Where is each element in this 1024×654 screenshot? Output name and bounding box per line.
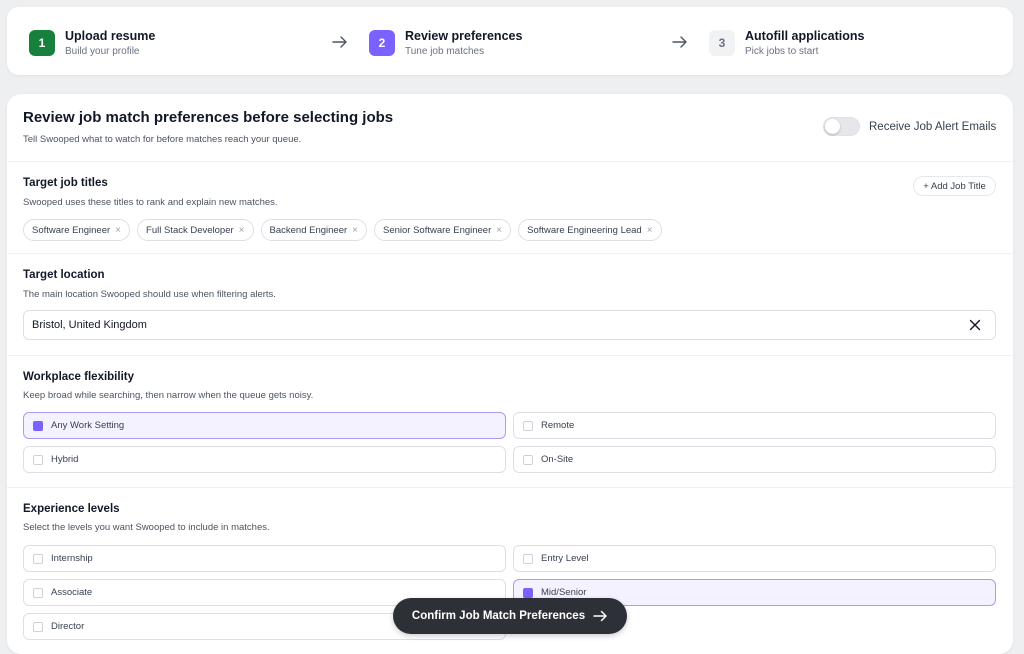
option-label: Director (51, 621, 85, 632)
chip-label: Full Stack Developer (146, 224, 234, 236)
job-title-chip[interactable]: Backend Engineer × (260, 219, 367, 241)
page-title: Review job match preferences before sele… (23, 109, 394, 126)
remove-chip-icon[interactable]: × (352, 225, 358, 236)
step-number-badge: 1 (29, 30, 55, 56)
toggle-knob (825, 119, 840, 134)
checkbox (33, 454, 43, 465)
job-title-chip[interactable]: Software Engineering Lead × (518, 219, 662, 241)
option-label: Remote (541, 420, 575, 431)
checkbox (523, 454, 533, 465)
step-autofill-applications[interactable]: 3 Autofill applications Pick jobs to sta… (709, 29, 864, 57)
clear-icon[interactable] (969, 319, 981, 331)
option-label: On-Site (541, 454, 574, 465)
step-title: Autofill applications (745, 29, 865, 43)
chip-label: Software Engineer (32, 224, 111, 236)
checkbox (33, 553, 43, 564)
step-review-preferences[interactable]: 2 Review preferences Tune job matches (369, 29, 522, 57)
option-label: Internship (51, 553, 93, 564)
remove-chip-icon[interactable]: × (115, 225, 121, 236)
add-job-title-button[interactable]: + Add Job Title (913, 176, 996, 196)
step-title: Review preferences (405, 29, 523, 43)
experience-option-entry[interactable]: Entry Level (513, 545, 996, 572)
workplace-option-onsite[interactable]: On-Site (513, 446, 996, 473)
experience-option-internship[interactable]: Internship (23, 545, 506, 572)
card-header: Review job match preferences before sele… (7, 94, 1013, 161)
job-alert-toggle-label: Receive Job Alert Emails (869, 121, 997, 133)
remove-chip-icon[interactable]: × (239, 225, 245, 236)
job-title-chip[interactable]: Software Engineer × (23, 219, 131, 241)
step-subtitle: Tune job matches (405, 46, 485, 57)
job-title-chip[interactable]: Full Stack Developer × (137, 219, 254, 241)
checkbox (523, 553, 533, 564)
confirm-label: Confirm Job Match Preferences (411, 610, 586, 622)
checkbox (523, 587, 533, 598)
section-subtitle: The main location Swooped should use whe… (23, 289, 276, 300)
chip-label: Senior Software Engineer (383, 224, 492, 236)
target-titles-section: Target job titles Swooped uses these tit… (7, 161, 1013, 253)
chip-label: Backend Engineer (269, 224, 348, 236)
option-label: Hybrid (51, 454, 79, 465)
option-label: Any Work Setting (51, 420, 125, 431)
section-title: Workplace flexibility (23, 371, 134, 383)
remove-chip-icon[interactable]: × (647, 225, 653, 236)
arrow-right-icon (672, 36, 687, 48)
section-subtitle: Swooped uses these titles to rank and ex… (23, 197, 278, 208)
arrow-right-icon (593, 610, 607, 622)
section-title: Target location (23, 269, 105, 281)
step-subtitle: Build your profile (65, 46, 140, 57)
option-label: Associate (51, 587, 93, 598)
progress-stepper: 1 Upload resume Build your profile 2 Rev… (7, 7, 1013, 75)
step-number-badge: 2 (369, 30, 395, 56)
checkbox (33, 420, 43, 431)
step-upload-resume[interactable]: 1 Upload resume Build your profile (29, 29, 155, 57)
checkbox (33, 621, 43, 632)
workplace-option-remote[interactable]: Remote (513, 412, 996, 439)
step-subtitle: Pick jobs to start (745, 46, 819, 57)
location-input[interactable]: Bristol, United Kingdom (23, 310, 996, 340)
remove-chip-icon[interactable]: × (496, 225, 502, 236)
checkbox (523, 420, 533, 431)
option-label: Mid/Senior (541, 587, 587, 598)
location-value: Bristol, United Kingdom (32, 319, 147, 331)
chip-label: Software Engineering Lead (527, 224, 642, 236)
workplace-section: Workplace flexibility Keep broad while s… (7, 355, 1013, 487)
target-location-section: Target location The main location Swoope… (7, 253, 1013, 355)
page-subtitle: Tell Swooped what to watch for before ma… (23, 134, 302, 145)
confirm-preferences-button[interactable]: Confirm Job Match Preferences (393, 598, 627, 634)
option-label: Entry Level (541, 553, 589, 564)
arrow-right-icon (332, 36, 347, 48)
step-title: Upload resume (65, 29, 156, 43)
section-title: Experience levels (23, 503, 120, 515)
step-number-badge: 3 (709, 30, 735, 56)
section-subtitle: Select the levels you want Swooped to in… (23, 522, 270, 533)
job-alert-toggle[interactable] (823, 117, 860, 136)
preferences-card: Review job match preferences before sele… (7, 94, 1013, 654)
checkbox (33, 587, 43, 598)
workplace-option-hybrid[interactable]: Hybrid (23, 446, 506, 473)
job-title-chips: Software Engineer × Full Stack Developer… (23, 219, 669, 241)
job-title-chip[interactable]: Senior Software Engineer × (374, 219, 512, 241)
workplace-option-any[interactable]: Any Work Setting (23, 412, 506, 439)
section-title: Target job titles (23, 177, 108, 189)
section-subtitle: Keep broad while searching, then narrow … (23, 390, 314, 401)
